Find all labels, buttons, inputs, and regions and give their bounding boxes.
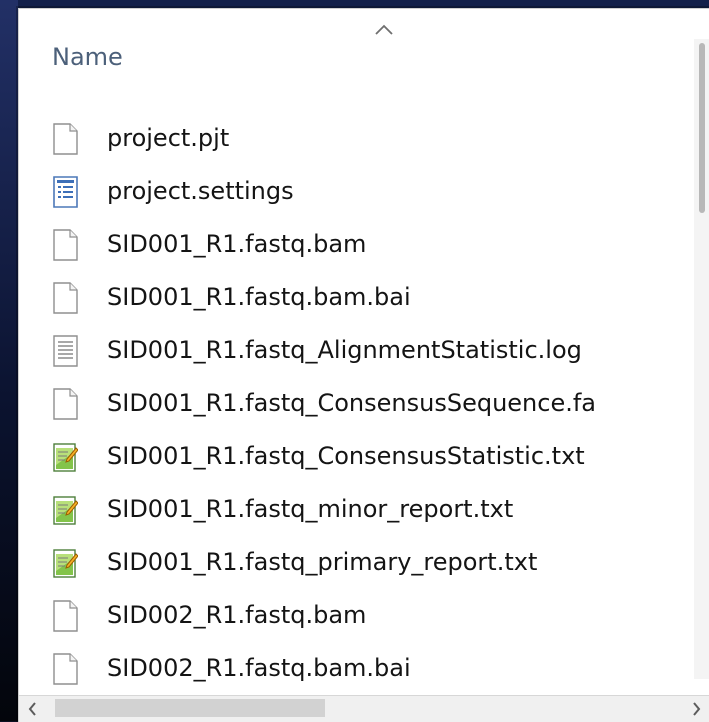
blank-file-icon: [53, 282, 78, 314]
horizontal-scrollbar[interactable]: [19, 695, 709, 722]
file-row[interactable]: SID001_R1.fastq_ConsensusSequence.fa: [19, 378, 691, 431]
settings-file-icon: [53, 176, 78, 208]
blank-file-icon: [53, 123, 78, 155]
file-row[interactable]: SID002_R1.fastq.bam: [19, 590, 691, 643]
blank-file-icon: [53, 388, 78, 420]
file-name: SID001_R1.fastq.bam: [107, 230, 367, 258]
file-row[interactable]: SID001_R1.fastq_primary_report.txt: [19, 537, 691, 590]
log-file-icon: [53, 335, 78, 367]
window-edge: [0, 0, 18, 721]
file-row[interactable]: SID001_R1.fastq.bam.bai: [19, 272, 691, 325]
file-row[interactable]: project.pjt: [19, 113, 691, 166]
file-name: SID001_R1.fastq_primary_report.txt: [107, 548, 538, 576]
file-name: project.pjt: [107, 124, 230, 152]
file-name: SID001_R1.fastq_minor_report.txt: [107, 495, 514, 523]
blank-file-icon: [53, 229, 78, 261]
vertical-scroll-thumb[interactable]: [699, 43, 705, 213]
blank-file-icon: [53, 653, 78, 685]
text-file-icon: [53, 443, 78, 472]
file-name: project.settings: [107, 177, 294, 205]
file-row[interactable]: SID001_R1.fastq_AlignmentStatistic.log: [19, 325, 691, 378]
file-name: SID001_R1.fastq.bam.bai: [107, 283, 411, 311]
text-file-icon: [53, 549, 78, 578]
file-name: SID001_R1.fastq_ConsensusStatistic.txt: [107, 442, 585, 470]
file-row[interactable]: SID001_R1.fastq_minor_report.txt: [19, 484, 691, 537]
file-row[interactable]: project.settings: [19, 166, 691, 219]
file-name: SID001_R1.fastq_ConsensusSequence.fa: [107, 389, 596, 417]
text-file-icon: [53, 496, 78, 525]
file-name: SID001_R1.fastq_AlignmentStatistic.log: [107, 336, 582, 364]
horizontal-scroll-thumb[interactable]: [55, 699, 325, 717]
chevron-right-icon[interactable]: [686, 699, 706, 719]
vertical-scrollbar[interactable]: [694, 39, 709, 679]
file-row[interactable]: SID001_R1.fastq.bam: [19, 219, 691, 272]
file-explorer-panel: Name project.pjt project.settings SID001…: [18, 8, 709, 722]
blank-file-icon: [53, 600, 78, 632]
file-name: SID002_R1.fastq.bam.bai: [107, 654, 411, 682]
file-row[interactable]: SID001_R1.fastq_ConsensusStatistic.txt: [19, 431, 691, 484]
column-header-name[interactable]: Name: [52, 43, 123, 71]
file-row[interactable]: SID002_R1.fastq.bam.bai: [19, 643, 691, 696]
sort-arrow-icon[interactable]: [374, 24, 394, 36]
file-list: project.pjt project.settings SID001_R1.f…: [19, 113, 691, 696]
chevron-left-icon[interactable]: [23, 699, 43, 719]
file-name: SID002_R1.fastq.bam: [107, 601, 367, 629]
